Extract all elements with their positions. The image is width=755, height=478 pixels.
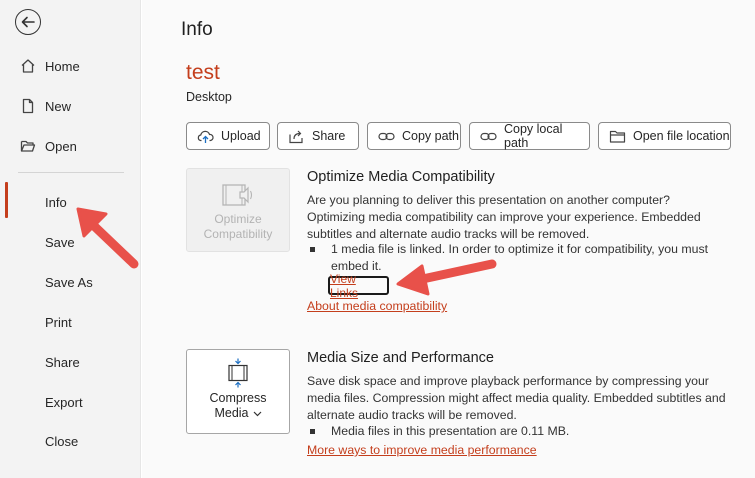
open-file-location-button[interactable]: Open file location xyxy=(598,122,731,150)
open-folder-icon xyxy=(20,140,36,152)
compress-section-title: Media Size and Performance xyxy=(307,350,494,366)
chevron-down-icon xyxy=(253,411,261,416)
optimize-section-description: Are you planning to deliver this present… xyxy=(307,193,701,241)
share-icon xyxy=(289,130,303,143)
compress-button-label-2: Media xyxy=(214,406,249,420)
copy-local-path-button[interactable]: Copy local path xyxy=(469,122,590,150)
back-arrow-icon xyxy=(21,16,35,28)
link-icon xyxy=(378,132,395,140)
compress-media-button[interactable]: Compress Media xyxy=(186,349,290,434)
copy-local-path-label: Copy local path xyxy=(504,122,563,150)
nav-open-label: Open xyxy=(45,138,77,154)
nav-close-label: Close xyxy=(45,433,79,449)
optimize-section-title: Optimize Media Compatibility xyxy=(307,169,495,185)
copy-path-label: Copy path xyxy=(402,129,459,143)
nav-save-label: Save xyxy=(45,234,75,250)
more-media-performance-link[interactable]: More ways to improve media performance xyxy=(307,443,537,457)
backstage-sidebar: Home New Open Info Save Save As Print Sh… xyxy=(0,0,141,478)
linked-media-text: 1 media file is linked. In order to opti… xyxy=(331,242,709,273)
back-button[interactable] xyxy=(15,9,41,35)
compress-button-label-1: Compress xyxy=(209,391,267,405)
nav-info-label: Info xyxy=(45,194,67,210)
media-size-bullet: Media files in this presentation are 0.1… xyxy=(310,423,720,440)
share-label: Share xyxy=(312,129,346,143)
about-media-compatibility-link[interactable]: About media compatibility xyxy=(307,299,447,313)
link-icon xyxy=(480,132,497,140)
nav-export[interactable]: Export xyxy=(0,386,141,418)
nav-print-label: Print xyxy=(45,314,72,330)
compress-media-icon xyxy=(228,358,248,388)
page-title: Info xyxy=(181,19,213,40)
nav-close[interactable]: Close xyxy=(0,425,141,457)
nav-info[interactable]: Info xyxy=(0,186,141,218)
nav-share-label: Share xyxy=(45,354,80,370)
nav-home-label: Home xyxy=(45,58,80,74)
view-links-link[interactable]: View Links xyxy=(328,272,389,300)
upload-label: Upload xyxy=(221,129,261,143)
nav-new[interactable]: New xyxy=(0,90,141,122)
compress-button-label-row: Media xyxy=(214,406,261,421)
compress-section-description: Save disk space and improve playback per… xyxy=(307,374,726,422)
optimize-button-label-1: Optimize xyxy=(214,212,262,226)
media-size-text: Media files in this presentation are 0.1… xyxy=(331,424,570,438)
bullet-marker xyxy=(310,429,315,434)
share-button[interactable]: Share xyxy=(277,122,359,150)
folder-icon xyxy=(609,130,626,143)
linked-media-bullet: 1 media file is linked. In order to opti… xyxy=(310,241,720,275)
document-location: Desktop xyxy=(186,90,232,104)
nav-share[interactable]: Share xyxy=(0,346,141,378)
nav-export-label: Export xyxy=(45,394,83,410)
nav-save[interactable]: Save xyxy=(0,226,141,258)
nav-save-as[interactable]: Save As xyxy=(0,266,141,298)
bullet-marker xyxy=(310,247,315,252)
upload-cloud-icon xyxy=(197,130,214,143)
document-name: test xyxy=(186,61,220,84)
film-speaker-icon xyxy=(222,184,253,206)
sidebar-divider xyxy=(18,172,124,173)
optimize-compatibility-button[interactable]: Optimize Compatibility xyxy=(186,168,290,252)
open-file-location-label: Open file location xyxy=(633,129,730,143)
nav-new-label: New xyxy=(45,98,72,114)
optimize-button-label-2: Compatibility xyxy=(203,227,273,241)
upload-button[interactable]: Upload xyxy=(186,122,270,150)
nav-open[interactable]: Open xyxy=(0,130,141,162)
home-icon xyxy=(21,59,35,73)
info-pane: Info test Desktop Upload Share Copy path xyxy=(142,0,755,478)
copy-path-button[interactable]: Copy path xyxy=(367,122,461,150)
nav-home[interactable]: Home xyxy=(0,50,141,82)
new-document-icon xyxy=(22,98,34,114)
nav-save-as-label: Save As xyxy=(45,274,93,290)
nav-print[interactable]: Print xyxy=(0,306,141,338)
